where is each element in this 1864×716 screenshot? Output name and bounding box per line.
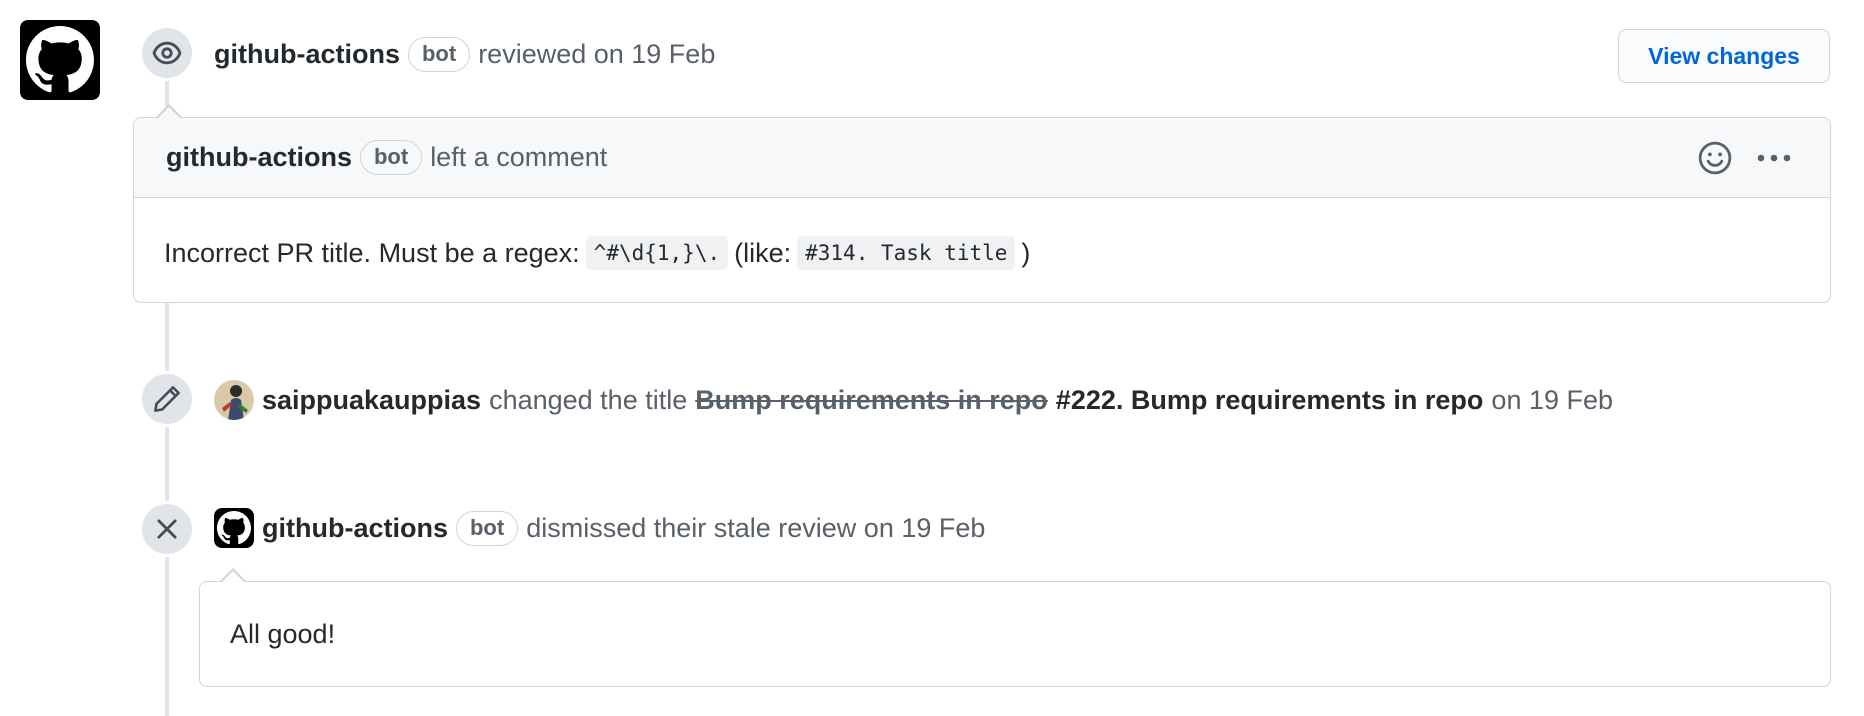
review-badge xyxy=(139,25,195,81)
new-title: #222. Bump requirements in repo xyxy=(1055,384,1484,415)
bot-label: bot xyxy=(407,37,471,72)
eye-icon xyxy=(152,41,182,65)
dismiss-badge xyxy=(139,501,195,557)
dismiss-event-line: github-actions bot dismissed their stale… xyxy=(214,508,985,548)
title-change-badge xyxy=(139,371,195,427)
github-actions-small-avatar[interactable] xyxy=(214,508,254,548)
comment-body-text: Incorrect PR title. Must be a regex: xyxy=(164,237,580,268)
review-comment: github-actions bot left a comment Incorr… xyxy=(133,117,1831,303)
comment-caret-fill xyxy=(157,107,181,119)
github-actions-avatar[interactable] xyxy=(20,20,100,100)
review-event-line: github-actions bot reviewed on 19 Feb xyxy=(214,37,715,72)
comment-actions xyxy=(1698,118,1792,198)
dismiss-action-text: dismissed their stale review on 19 Feb xyxy=(526,512,986,543)
example-title-code: #314. Task title xyxy=(797,236,1016,270)
dismiss-message: All good! xyxy=(199,581,1831,687)
bot-label: bot xyxy=(359,140,423,175)
view-changes-button[interactable]: View changes xyxy=(1618,29,1830,83)
comment-body: Incorrect PR title. Must be a regex: ^#\… xyxy=(134,198,1830,270)
title-change-author-link[interactable]: saippuakauppias xyxy=(262,385,481,416)
old-title: Bump requirements in repo xyxy=(695,384,1048,415)
saippuakauppias-avatar[interactable] xyxy=(214,380,254,420)
github-mark-icon xyxy=(26,26,94,93)
comment-action-text: left a comment xyxy=(430,142,608,172)
bot-label: bot xyxy=(455,510,519,546)
pr-timeline: github-actions bot reviewed on 19 Feb Vi… xyxy=(0,0,1864,716)
pencil-icon xyxy=(154,386,180,412)
x-icon xyxy=(157,519,177,539)
comment-header: github-actions bot left a comment xyxy=(134,118,1830,198)
like-open-text: (like: xyxy=(734,237,792,268)
kebab-horizontal-icon[interactable] xyxy=(1756,152,1792,164)
title-change-action: changed the title xyxy=(489,384,688,415)
comment-author-link[interactable]: github-actions xyxy=(166,142,352,173)
like-close-text: ) xyxy=(1021,237,1031,268)
review-author-link[interactable]: github-actions xyxy=(214,39,400,70)
title-change-date[interactable]: on 19 Feb xyxy=(1491,385,1613,416)
dismiss-caret-fill xyxy=(221,571,245,583)
dismiss-message-text: All good! xyxy=(230,618,336,649)
review-action-text[interactable]: reviewed on 19 Feb xyxy=(478,39,715,70)
github-mark-icon xyxy=(217,511,251,545)
title-change-line: saippuakauppias changed the title Bump r… xyxy=(214,380,1613,420)
user-avatar-icon xyxy=(214,380,254,420)
regex-code: ^#\d{1,}\. xyxy=(585,236,729,270)
dismiss-author-link[interactable]: github-actions xyxy=(262,513,448,544)
smiley-icon[interactable] xyxy=(1698,141,1732,175)
